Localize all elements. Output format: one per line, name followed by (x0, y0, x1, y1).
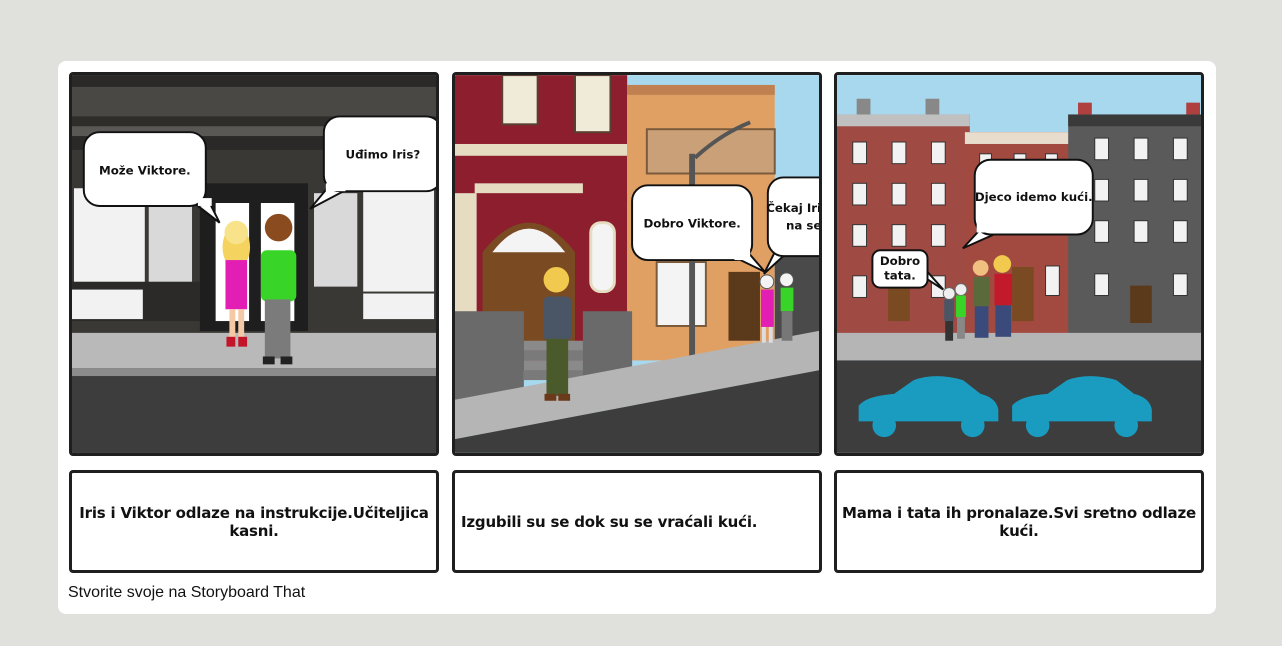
bubble-text: Dobro (880, 254, 920, 268)
caption-box-3: Mama i tata ih pronalaze.Svi sretno odla… (834, 470, 1204, 573)
scene-2-illustration: Dobro Viktore. Čekaj Iris crveno je na s… (455, 75, 819, 453)
caption-text: Izgubili su se dok su se vraćali kući. (461, 512, 758, 531)
speech-bubble-2: Djeco idemo kući. (962, 158, 1094, 250)
storyboard-panel-2: Dobro Viktore. Čekaj Iris crveno je na s… (452, 72, 822, 456)
bubble-text: Uđimo Iris? (346, 148, 421, 162)
scene-1-illustration: Može Viktore. Uđimo Iris? (72, 75, 436, 453)
caption-box-1: Iris i Viktor odlaze na instrukcije.Učit… (69, 470, 439, 573)
bubble-text: Može Viktore. (99, 163, 191, 177)
storyboard-panel-1: Može Viktore. Uđimo Iris? (69, 72, 439, 456)
scene-3-illustration: Dobro tata. Djeco idemo kući. (837, 75, 1201, 453)
bubble-text: na semaforu. (786, 219, 819, 233)
bubble-text: Dobro Viktore. (643, 217, 740, 231)
storyboard-that-link[interactable]: Stvorite svoje na Storyboard That (68, 584, 305, 602)
caption-text: Iris i Viktor odlaze na instrukcije.Učit… (79, 503, 429, 540)
caption-box-2: Izgubili su se dok su se vraćali kući. (452, 470, 822, 573)
bubble-text: Djeco idemo kući. (975, 190, 1093, 204)
storyboard-panel-3: Dobro tata. Djeco idemo kući. (834, 72, 1204, 456)
speech-bubble-1: Dobro Viktore. (631, 184, 766, 273)
bubble-text: tata. (884, 269, 916, 283)
bubble-text: Čekaj Iris crveno je (766, 200, 819, 215)
caption-text: Mama i tata ih pronalaze.Svi sretno odla… (842, 503, 1196, 540)
